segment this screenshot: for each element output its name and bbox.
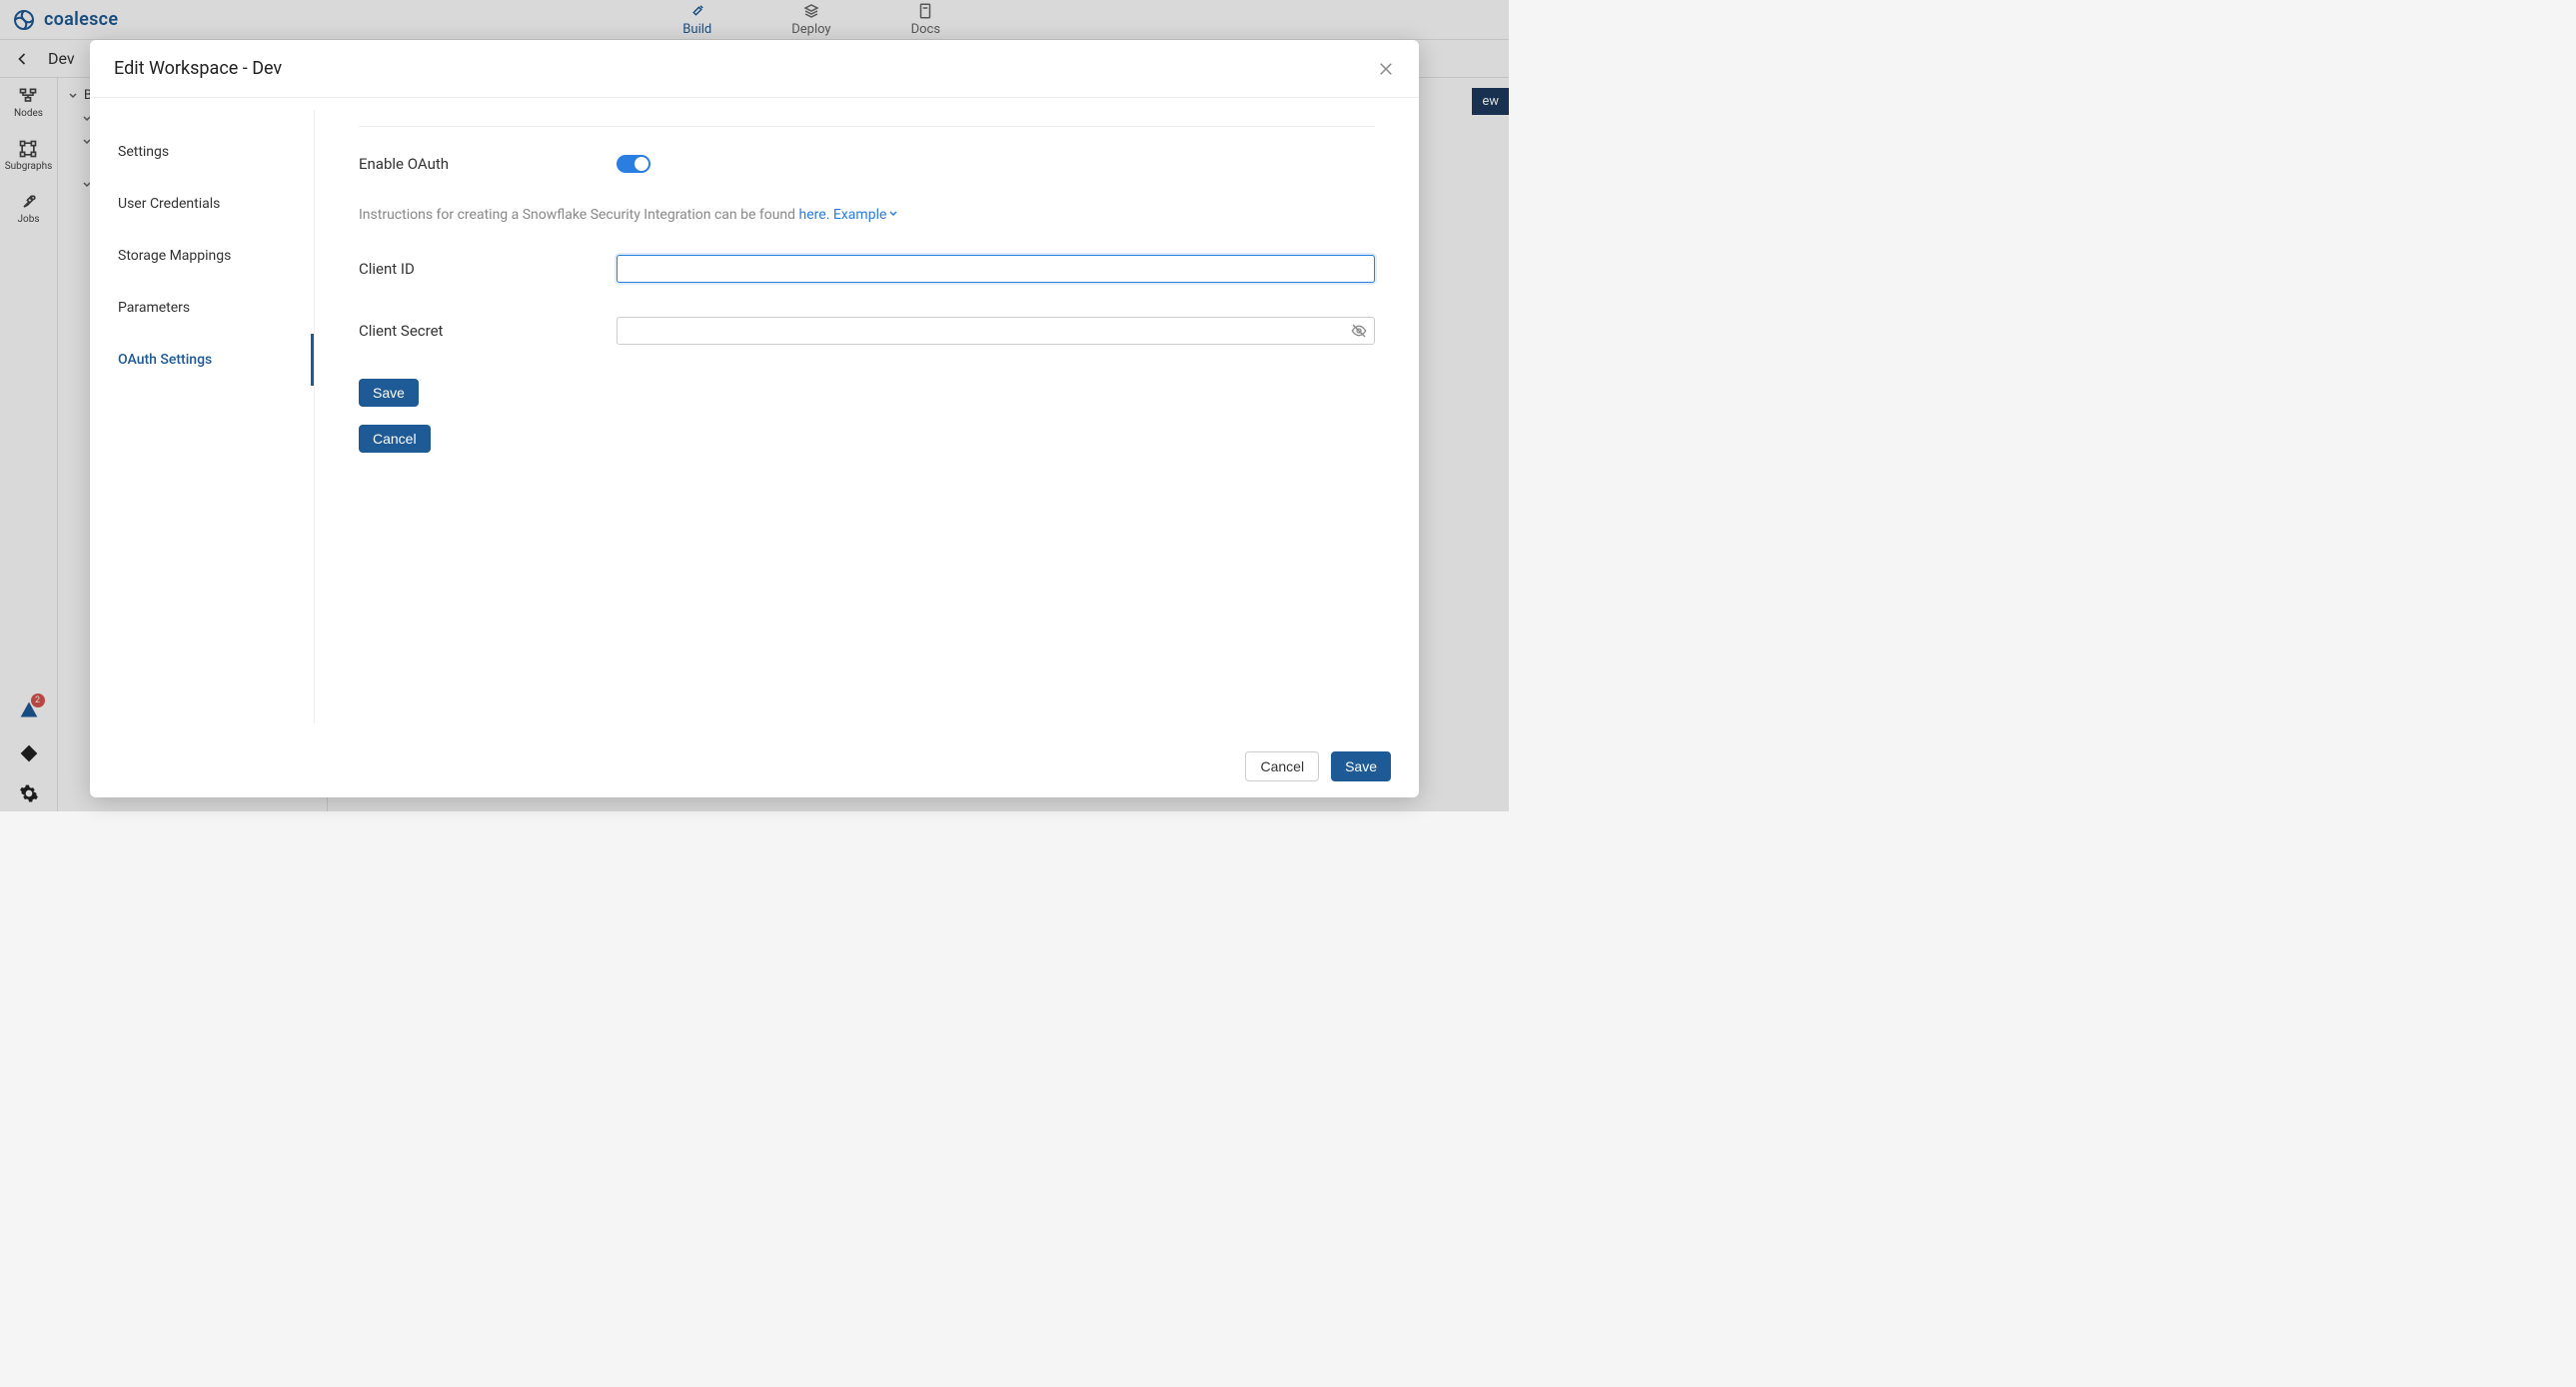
oauth-instructions: Instructions for creating a Snowflake Se…	[359, 207, 1375, 223]
example-link[interactable]: Example	[833, 207, 898, 223]
sidebar-item-parameters[interactable]: Parameters	[90, 282, 314, 334]
sidebar-item-storage-mappings[interactable]: Storage Mappings	[90, 230, 314, 282]
enable-oauth-toggle[interactable]	[617, 155, 650, 173]
example-link-text: Example	[833, 207, 886, 223]
divider	[359, 126, 1375, 127]
edit-workspace-modal: Edit Workspace - Dev Settings User Crede…	[90, 40, 1419, 797]
sidebar-item-settings[interactable]: Settings	[90, 126, 314, 178]
oauth-cancel-button[interactable]: Cancel	[359, 425, 431, 453]
client-secret-label: Client Secret	[359, 322, 617, 340]
sidebar-item-user-credentials[interactable]: User Credentials	[90, 178, 314, 230]
toggle-visibility-icon[interactable]	[1351, 323, 1367, 339]
modal-overlay: Edit Workspace - Dev Settings User Crede…	[0, 0, 1509, 811]
close-icon[interactable]	[1377, 60, 1395, 78]
oauth-save-button[interactable]: Save	[359, 379, 419, 407]
client-id-input[interactable]	[617, 255, 1375, 283]
modal-cancel-button[interactable]: Cancel	[1245, 751, 1319, 781]
client-id-label: Client ID	[359, 260, 617, 278]
modal-title: Edit Workspace - Dev	[114, 58, 282, 79]
here-link[interactable]: here.	[799, 207, 830, 223]
instructions-prefix: Instructions for creating a Snowflake Se…	[359, 207, 799, 223]
sidebar-item-oauth-settings[interactable]: OAuth Settings	[90, 334, 314, 386]
chevron-down-icon	[888, 209, 898, 219]
client-secret-input[interactable]	[617, 317, 1375, 345]
enable-oauth-label: Enable OAuth	[359, 155, 617, 173]
modal-save-button[interactable]: Save	[1331, 751, 1391, 781]
